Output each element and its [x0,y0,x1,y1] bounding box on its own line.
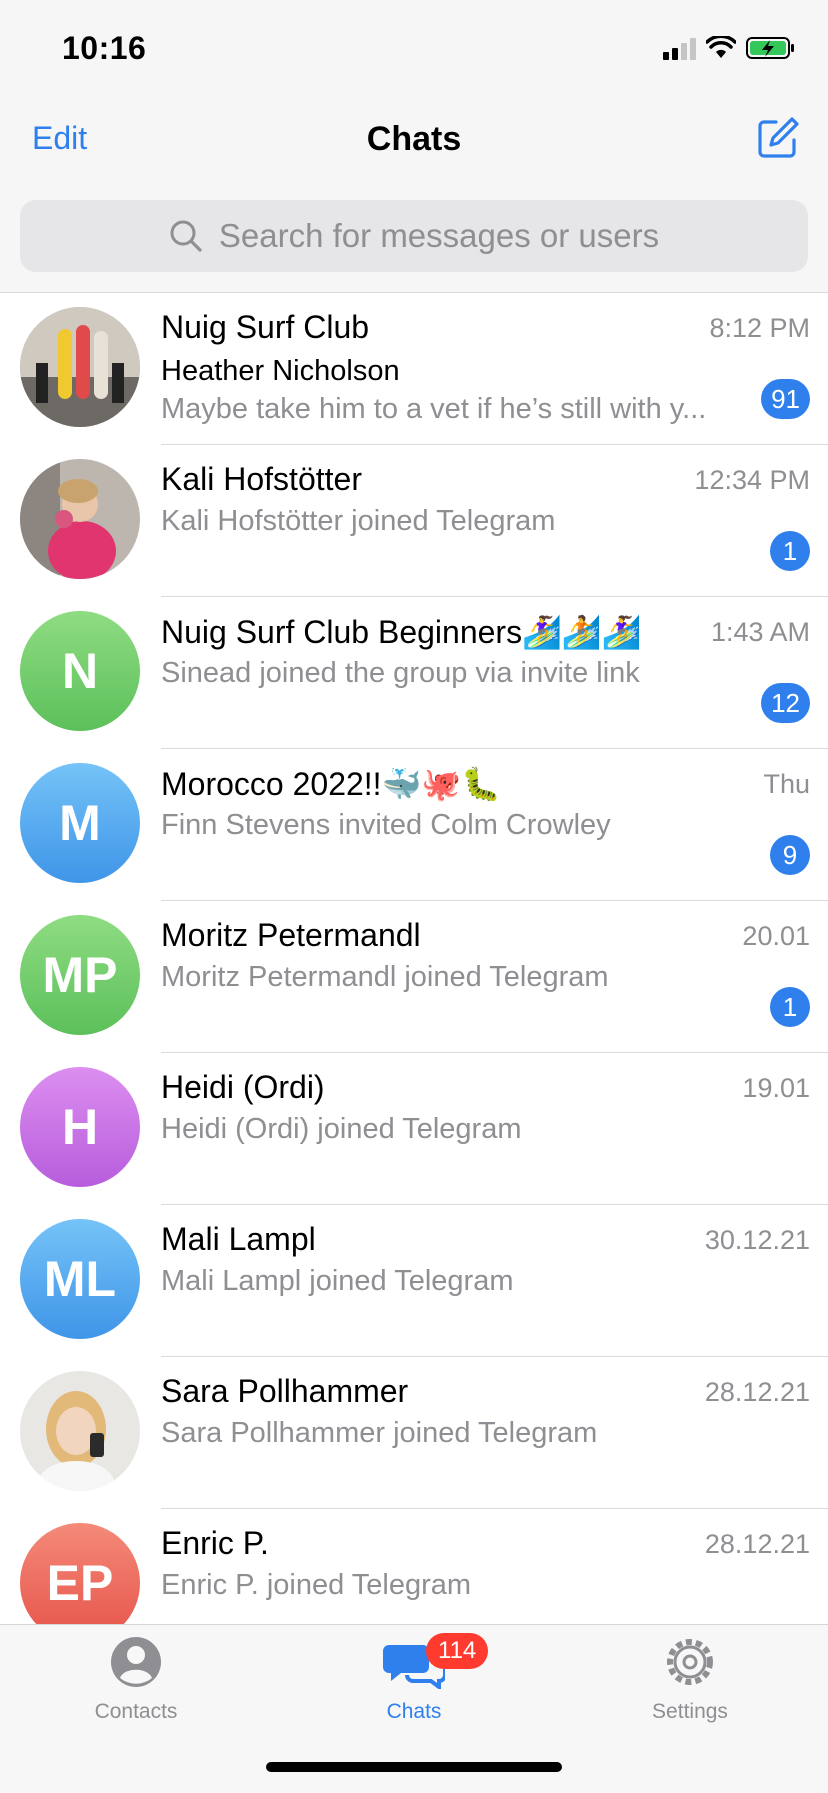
gear-icon [667,1639,713,1685]
chats-badge: 114 [426,1633,489,1669]
chat-preview: Sara Pollhammer joined Telegram [161,1417,598,1449]
chat-time: 19.01 [742,1073,810,1103]
avatar: N [20,611,140,731]
chat-name: Nuig Surf Club Beginners🏄‍♀️🏄🏄‍♀️ [161,614,642,650]
top-bar: 10:16 Edit Chats Search for messages or … [0,0,828,293]
cellular-signal-icon [663,36,696,60]
chat-row[interactable]: M Morocco 2022!!🐳🐙🐛 Thu Finn Stevens inv… [0,749,828,901]
avatar [20,1371,140,1491]
group-photo-icon [20,307,140,427]
chat-row[interactable]: H Heidi (Ordi) 19.01 Heidi (Ordi) joined… [0,1053,828,1205]
tab-contacts-label: Contacts [94,1700,178,1723]
chat-time: 8:12 PM [709,313,810,343]
tab-settings-label: Settings [652,1700,728,1723]
chat-row[interactable]: MP Moritz Petermandl 20.01 Moritz Peterm… [0,901,828,1053]
chat-preview: Maybe take him to a vet if he’s still wi… [161,393,707,425]
compose-icon[interactable] [756,116,800,160]
chat-preview: Finn Stevens invited Colm Crowley [161,809,611,841]
chat-name: Sara Pollhammer [161,1373,409,1409]
chat-preview: Mali Lampl joined Telegram [161,1265,514,1297]
avatar: MP [20,915,140,1035]
avatar [20,307,140,427]
avatar [20,459,140,579]
chat-preview: Kali Hofstötter joined Telegram [161,505,556,537]
chat-time: 28.12.21 [704,1377,810,1407]
chat-row[interactable]: Nuig Surf Club 8:12 PM Heather Nicholson… [0,293,828,445]
chat-time: 28.12.21 [704,1529,810,1559]
chat-name: Nuig Surf Club [161,309,370,345]
tab-chats[interactable]: 114 Chats [314,1633,514,1724]
chat-name: Heidi (Ordi) [161,1069,325,1105]
chat-time: 20.01 [742,921,810,951]
page-title: Chats [366,120,462,158]
chat-time: 1:43 AM [710,617,810,647]
chat-preview: Heidi (Ordi) joined Telegram [161,1113,522,1145]
search-input[interactable]: Search for messages or users [219,217,659,255]
wifi-icon [706,36,736,58]
chat-row[interactable]: Kali Hofstötter 12:34 PM Kali Hofstötter… [0,445,828,597]
chat-row[interactable]: N Nuig Surf Club Beginners🏄‍♀️🏄🏄‍♀️ 1:43… [0,597,828,749]
unread-badge: 9 [770,835,810,875]
battery-charging-icon [746,37,794,59]
chat-name: Moritz Petermandl [161,917,421,953]
chat-preview: Sinead joined the group via invite link [161,657,640,689]
chat-list: Nuig Surf Club 8:12 PM Heather Nicholson… [0,293,828,1661]
chat-time: Thu [763,769,810,799]
chat-time: 12:34 PM [694,465,810,495]
chat-name: Morocco 2022!!🐳🐙🐛 [161,766,502,802]
home-indicator [266,1762,562,1772]
tab-contacts[interactable]: Contacts [36,1635,236,1724]
person-circle-icon [111,1637,161,1687]
unread-badge: 91 [761,379,810,419]
avatar: ML [20,1219,140,1339]
search-icon [170,220,202,252]
status-time: 10:16 [62,30,147,66]
chat-preview: Enric P. joined Telegram [161,1569,472,1601]
chat-preview: Moritz Petermandl joined Telegram [161,961,609,993]
chat-time: 30.12.21 [704,1225,810,1255]
unread-badge: 1 [770,987,810,1027]
chat-name: Enric P. [161,1525,269,1561]
chat-name: Kali Hofstötter [161,461,362,497]
avatar: M [20,763,140,883]
unread-badge: 1 [770,531,810,571]
chat-row[interactable]: Sara Pollhammer 28.12.21 Sara Pollhammer… [0,1357,828,1509]
profile-photo-icon [20,459,140,579]
chat-name: Mali Lampl [161,1221,316,1257]
chat-sender: Heather Nicholson [161,355,400,387]
profile-photo-icon [20,1371,140,1491]
tab-chats-label: Chats [386,1700,442,1723]
unread-badge: 12 [761,683,810,723]
status-icons [663,36,796,60]
search-bar[interactable]: Search for messages or users [20,200,808,272]
tab-settings[interactable]: Settings [590,1635,790,1724]
avatar: H [20,1067,140,1187]
chat-row[interactable]: ML Mali Lampl 30.12.21 Mali Lampl joined… [0,1205,828,1357]
